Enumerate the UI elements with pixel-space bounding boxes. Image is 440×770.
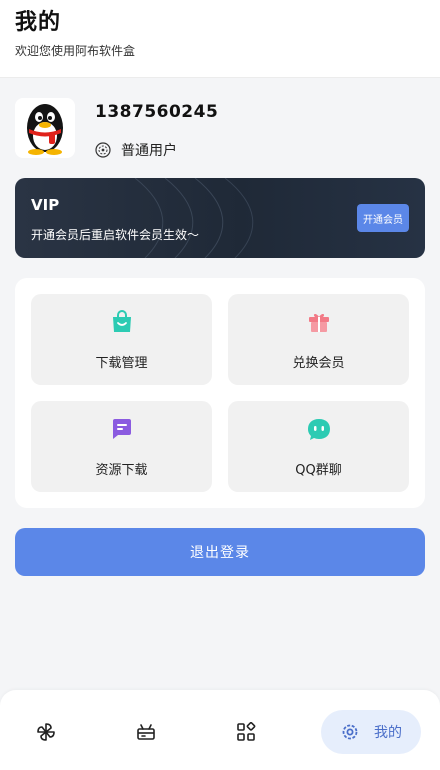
tile-label: QQ群聊: [295, 463, 342, 478]
nav-store[interactable]: [124, 710, 168, 754]
tile-label: 兑换会员: [292, 356, 345, 371]
vip-description: 开通会员后重启软件会员生效～: [31, 228, 200, 242]
download-manager-tile[interactable]: 下载管理: [31, 294, 212, 385]
qq-penguin-icon: [27, 104, 63, 155]
tile-label: 资源下载: [95, 463, 148, 478]
page-subtitle: 欢迎您使用阿布软件盒: [15, 44, 136, 58]
vip-label: VIP: [31, 196, 60, 214]
user-type: 普通用户: [95, 140, 177, 160]
logout-button[interactable]: 退出登录: [15, 528, 425, 576]
header: 我的 欢迎您使用阿布软件盒: [0, 0, 440, 78]
qq-group-tile[interactable]: QQ群聊: [228, 401, 409, 492]
nav-mine[interactable]: 我的: [321, 710, 421, 754]
user-badge-icon: [95, 142, 111, 158]
shopping-bag-icon: [112, 310, 131, 332]
nav-apps[interactable]: [224, 710, 268, 754]
avatar[interactable]: [15, 98, 75, 158]
resource-download-tile[interactable]: 资源下载: [31, 401, 212, 492]
tile-label: 下载管理: [95, 356, 148, 371]
feature-grid: 下载管理 兑换会员 资源下载 QQ群聊: [15, 278, 425, 508]
username: 1387560245: [95, 102, 219, 122]
gift-icon: [308, 313, 329, 332]
qq-chat-icon: [307, 419, 330, 440]
user-type-label: 普通用户: [121, 143, 177, 159]
chat-bubble-icon: [112, 419, 131, 439]
profile-section: 1387560245 普通用户: [15, 98, 425, 160]
bottom-nav: 我的: [0, 690, 440, 770]
gift-box-icon: [137, 724, 155, 740]
nav-mine-label: 我的: [374, 725, 402, 741]
apps-icon: [237, 722, 256, 741]
redeem-vip-tile[interactable]: 兑换会员: [228, 294, 409, 385]
pinwheel-icon: [37, 723, 55, 741]
page-title: 我的: [15, 10, 62, 35]
settings-icon: [342, 724, 358, 740]
vip-card: VIP 开通会员后重启软件会员生效～ 开通会员: [15, 178, 425, 258]
nav-home[interactable]: [24, 710, 68, 754]
open-vip-button[interactable]: 开通会员: [357, 204, 409, 232]
